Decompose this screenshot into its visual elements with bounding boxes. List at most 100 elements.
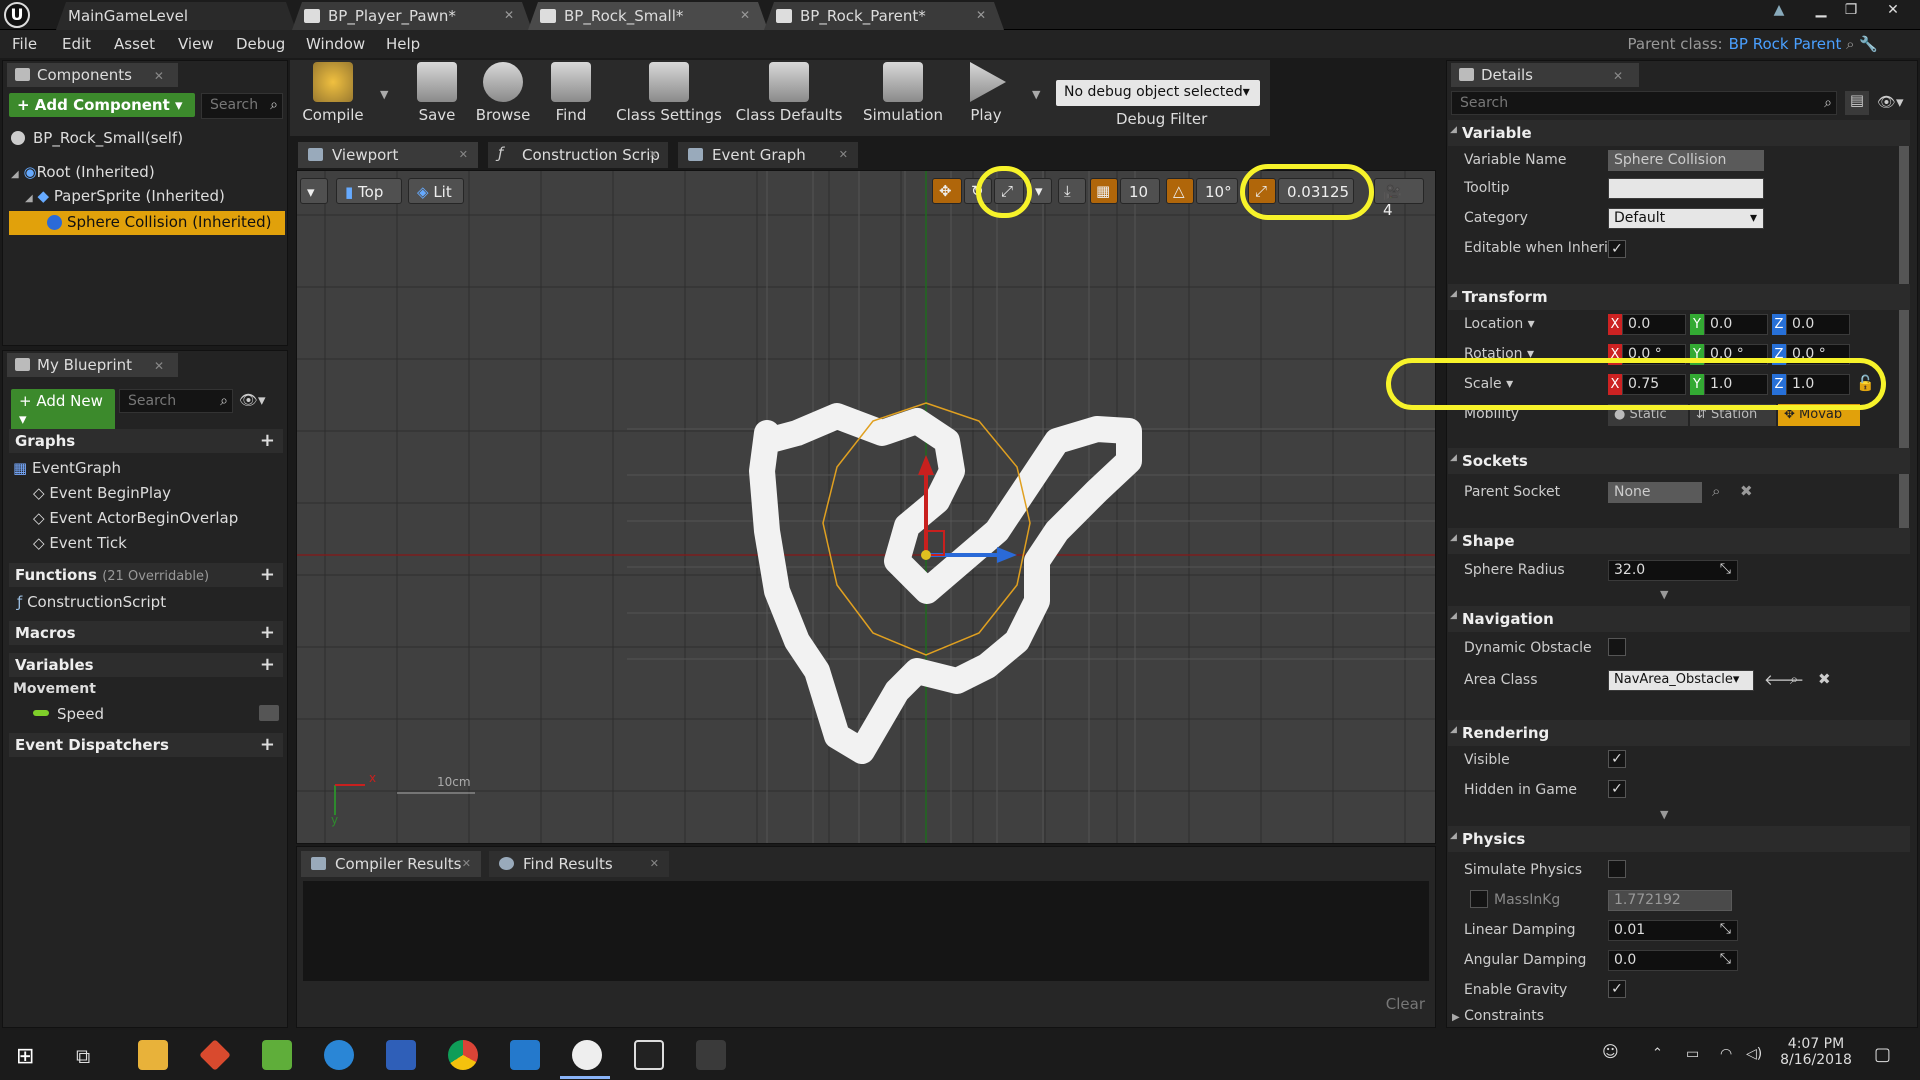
find-button[interactable]: Find — [536, 62, 606, 124]
angular-damping-field[interactable]: 0.0 ⤡ — [1608, 950, 1738, 971]
location-label[interactable]: Location ▾ — [1464, 316, 1535, 332]
vscode-icon[interactable] — [510, 1040, 540, 1070]
amazon-music-icon[interactable] — [386, 1040, 416, 1070]
section-rendering[interactable]: Rendering — [1448, 720, 1910, 746]
search-icon[interactable]: ⌕ — [1846, 35, 1854, 53]
tab-my-blueprint[interactable]: My Blueprint ✕ — [7, 353, 179, 377]
close-icon[interactable]: ✕ — [839, 148, 848, 161]
menu-help[interactable]: Help — [386, 35, 420, 53]
chrome-icon[interactable] — [448, 1040, 478, 1070]
expand-icon[interactable]: ◢ — [25, 193, 33, 204]
gizmo-arrow-up-icon[interactable] — [918, 455, 934, 475]
close-icon[interactable]: ✕ — [154, 359, 164, 373]
windows-start-icon[interactable]: ⊞ — [16, 1044, 34, 1069]
category-select[interactable]: Default ▾ — [1608, 208, 1764, 229]
tab-viewport[interactable]: Viewport ✕ — [298, 142, 478, 168]
section-variables[interactable]: Variables + — [9, 653, 283, 677]
close-icon[interactable]: ✕ — [649, 148, 658, 161]
drag-handle-icon[interactable]: ⤡ — [1720, 561, 1731, 577]
menu-file[interactable]: File — [12, 35, 37, 53]
expand-icon[interactable]: ◢ — [11, 169, 19, 180]
browse-search-icon[interactable]: ⌕ — [1790, 670, 1798, 688]
window-tab-rock-parent[interactable]: BP_Rock_Parent* ✕ — [764, 2, 1004, 30]
components-search-input[interactable]: Search ⌕ — [201, 93, 283, 119]
add-variable-icon[interactable]: + — [260, 654, 275, 675]
grid-snap-icon[interactable]: ▦ — [1090, 178, 1118, 204]
grid-snap-value[interactable]: 10 — [1120, 178, 1160, 204]
dynamic-obstacle-checkbox[interactable] — [1608, 638, 1626, 656]
rock-sprite[interactable] — [749, 403, 1142, 764]
add-graph-icon[interactable]: + — [260, 430, 275, 451]
tab-find-results[interactable]: Find Results ✕ — [489, 851, 669, 877]
debug-object-select[interactable]: No debug object selected▾ — [1056, 80, 1260, 106]
advanced-expand-icon[interactable]: ▼ — [1660, 588, 1668, 601]
section-sockets[interactable]: Sockets — [1448, 448, 1910, 474]
search-icon[interactable]: ⌕ — [1712, 482, 1720, 500]
tab-event-graph[interactable]: Event Graph ✕ — [678, 142, 858, 168]
details-scrollbar[interactable] — [1899, 123, 1909, 543]
add-macro-icon[interactable]: + — [260, 622, 275, 643]
clear-icon[interactable]: ✖ — [1740, 482, 1753, 500]
snipping-tool-icon[interactable] — [262, 1040, 292, 1070]
close-icon[interactable]: ✕ — [462, 857, 471, 870]
mass-override-checkbox[interactable] — [1470, 890, 1488, 908]
editable-checkbox[interactable]: ✓ — [1608, 240, 1626, 258]
translate-tool-icon[interactable]: ✥ — [932, 178, 962, 204]
add-component-button[interactable]: + Add Component ▾ — [9, 93, 195, 117]
list-item-construction-script[interactable]: ƒ ConstructionScript — [17, 593, 166, 611]
hidden-in-game-checkbox[interactable]: ✓ — [1608, 780, 1626, 798]
window-tab-main-level[interactable]: MainGameLevel — [56, 2, 296, 30]
clock[interactable]: 4:07 PM 8/16/2018 — [1778, 1036, 1854, 1068]
variable-name-field[interactable]: Sphere Collision — [1608, 150, 1764, 171]
close-icon[interactable]: ✕ — [976, 8, 986, 22]
compile-button[interactable]: Compile — [298, 62, 368, 124]
menu-debug[interactable]: Debug — [236, 35, 285, 53]
section-navigation[interactable]: Navigation — [1448, 606, 1910, 632]
tab-construction-script[interactable]: ƒ Construction Scrip ✕ — [488, 142, 668, 168]
list-item-event-overlap[interactable]: ◇ Event ActorBeginOverlap — [33, 509, 238, 527]
menu-edit[interactable]: Edit — [62, 35, 91, 53]
play-button[interactable]: Play — [954, 62, 1018, 124]
close-icon[interactable]: ✕ — [459, 148, 468, 161]
drag-handle-icon[interactable]: ⤡ — [1720, 921, 1731, 937]
window-tab-rock-small[interactable]: BP_Rock_Small* ✕ — [528, 2, 768, 30]
battery-icon[interactable]: ▭ — [1686, 1046, 1699, 1062]
parent-socket-field[interactable]: None — [1608, 482, 1702, 503]
view-options-eye-icon[interactable]: 👁▾ — [239, 391, 266, 409]
section-variable[interactable]: Variable — [1448, 120, 1910, 146]
tray-chevron-up-icon[interactable]: ⌃ — [1652, 1046, 1663, 1061]
tree-item-papersprite[interactable]: ◢ ◆ PaperSprite (Inherited) — [25, 187, 225, 205]
class-defaults-button[interactable]: Class Defaults — [734, 62, 844, 124]
advanced-expand-icon[interactable]: ▼ — [1660, 808, 1668, 821]
learn-icon[interactable]: ▲ — [1764, 0, 1794, 22]
tab-components[interactable]: Components ✕ — [7, 63, 178, 87]
linear-damping-field[interactable]: 0.01 ⤡ — [1608, 920, 1738, 941]
location-z-field[interactable]: 0.0 — [1786, 314, 1850, 335]
surface-snap-icon[interactable]: ⤓ — [1058, 178, 1086, 204]
list-item-variable-speed[interactable]: Speed — [33, 705, 283, 723]
visible-checkbox[interactable]: ✓ — [1608, 750, 1626, 768]
section-physics[interactable]: Physics — [1448, 826, 1910, 852]
add-function-icon[interactable]: + — [260, 564, 275, 585]
tree-item-self[interactable]: BP_Rock_Small(self) — [11, 129, 183, 147]
gizmo-arrow-right-icon[interactable] — [997, 547, 1017, 563]
camera-speed-button[interactable]: 🎥 4 — [1374, 178, 1424, 219]
parent-class-link[interactable]: BP Rock Parent — [1729, 35, 1842, 53]
viewport-options-chevron-icon[interactable]: ▾ — [300, 178, 328, 204]
sphere-radius-field[interactable]: 32.0 ⤡ — [1608, 560, 1738, 581]
section-graphs[interactable]: Graphs + — [9, 429, 283, 453]
constraints-row[interactable]: ▶ Constraints — [1452, 1008, 1544, 1024]
simulation-button[interactable]: Simulation — [860, 62, 946, 124]
location-x-field[interactable]: 0.0 — [1622, 314, 1686, 335]
close-icon[interactable]: ✕ — [154, 69, 164, 83]
wifi-icon[interactable]: ◠ — [1720, 1046, 1732, 1062]
tree-item-sphere-collision[interactable]: Sphere Collision (Inherited) — [9, 211, 285, 235]
epic-games-icon[interactable] — [634, 1040, 664, 1070]
menu-view[interactable]: View — [178, 35, 214, 53]
details-search-input[interactable]: Search ⌕ — [1451, 91, 1837, 115]
section-shape[interactable]: Shape — [1448, 528, 1910, 554]
section-macros[interactable]: Macros + — [9, 621, 283, 645]
list-item-event-tick[interactable]: ◇ Event Tick — [33, 534, 127, 552]
add-dispatcher-icon[interactable]: + — [260, 734, 275, 755]
notifications-icon[interactable]: ▢ — [1874, 1044, 1891, 1065]
